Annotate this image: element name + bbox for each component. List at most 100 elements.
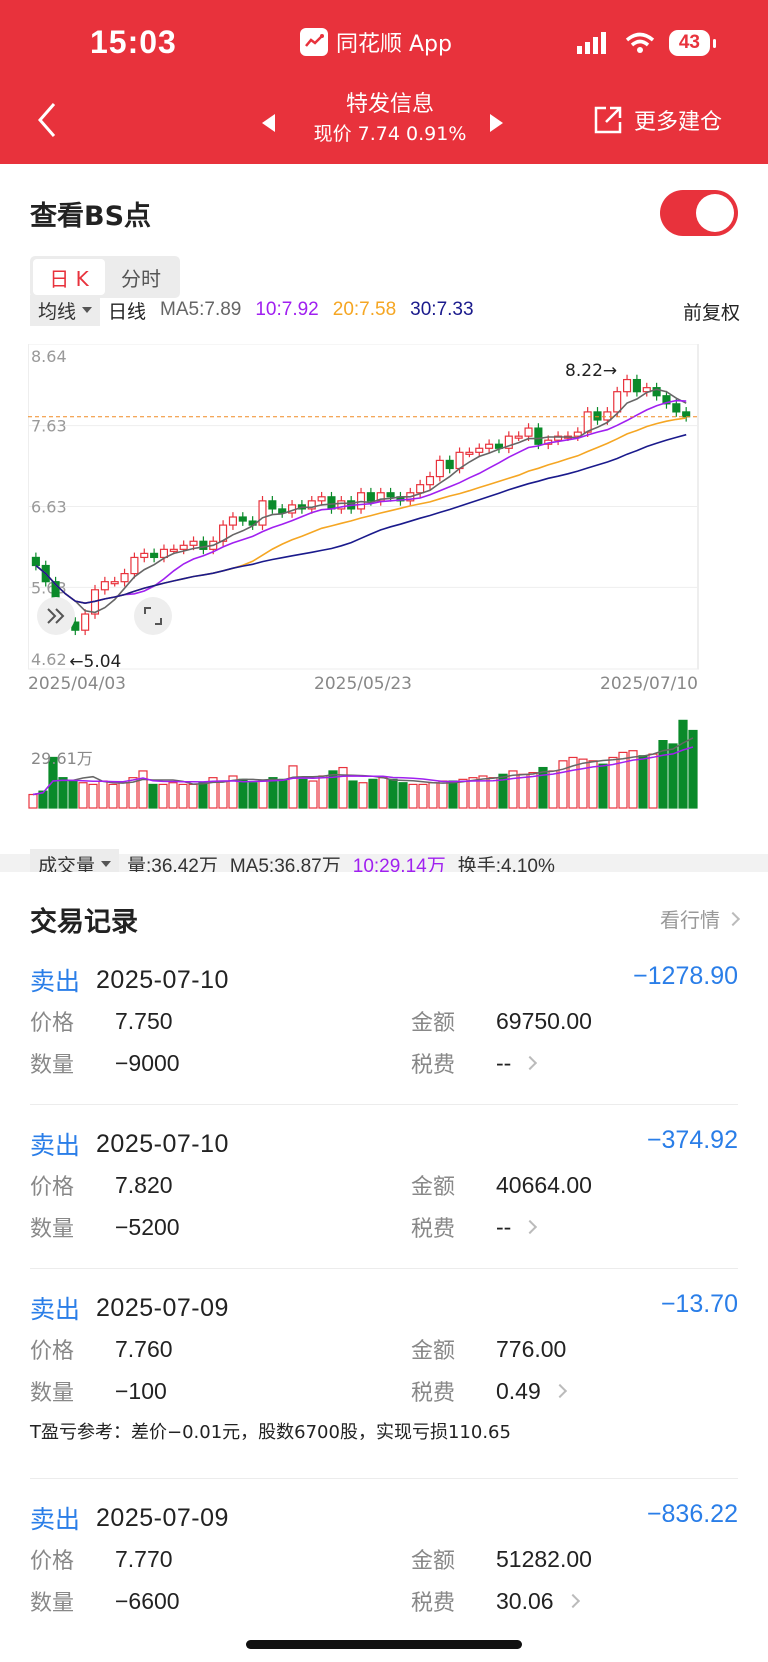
- volume-bar: [258, 780, 268, 809]
- candle: [31, 556, 40, 567]
- bs-toggle[interactable]: [660, 190, 738, 236]
- volume-bar: [618, 751, 628, 809]
- adjust-label[interactable]: 前复权: [683, 298, 740, 325]
- next-stock-button[interactable]: [490, 114, 503, 132]
- candle: [514, 435, 523, 439]
- candle: [445, 459, 454, 470]
- volume-bar: [688, 729, 698, 809]
- volume-bar: [598, 763, 608, 809]
- trade-pnl: −1278.90: [633, 962, 738, 990]
- candle: [199, 540, 208, 550]
- caret-down-icon: [82, 307, 93, 313]
- volume-bar: [78, 782, 88, 809]
- tab-daily-k[interactable]: 日 K: [33, 259, 105, 295]
- external-link-icon: [594, 106, 622, 134]
- trade-fee-wrap[interactable]: --: [496, 1214, 538, 1241]
- volume-bar: [398, 782, 408, 809]
- y-tick-label: 8.64: [31, 347, 67, 366]
- tab-intraday[interactable]: 分时: [105, 259, 177, 295]
- trade-fee-wrap[interactable]: --: [496, 1050, 538, 1077]
- amount-label: 金额: [411, 1339, 456, 1364]
- view-market-link[interactable]: 看行情: [660, 904, 741, 933]
- candle: [632, 378, 641, 393]
- candle: [603, 411, 612, 421]
- candle: [613, 391, 622, 413]
- candle: [366, 492, 375, 502]
- chart-tabs: 日 K 分时: [30, 256, 180, 298]
- fullscreen-button: [134, 597, 172, 635]
- volume-bar: [238, 778, 248, 809]
- volume-bar: [388, 778, 398, 809]
- trade-date: 2025-07-09: [96, 1503, 229, 1532]
- volume-bar: [358, 782, 368, 809]
- view-market-label: 看行情: [660, 908, 720, 932]
- indicator-select[interactable]: 均线: [30, 294, 101, 326]
- candle: [416, 484, 425, 494]
- volume-bar: [158, 783, 168, 809]
- volume-bar: [548, 770, 558, 809]
- ma10-value: 10:7.92: [255, 299, 319, 320]
- stock-title: 特发信息 现价 7.74 0.91%: [250, 90, 530, 148]
- trade-date: 2025-07-09: [96, 1293, 229, 1322]
- trade-fee-wrap[interactable]: 0.49: [496, 1377, 567, 1405]
- back-button[interactable]: [36, 102, 58, 142]
- k-line-chart[interactable]: 8.647.636.635.634.628.22→←5.042025/04/03…: [28, 344, 740, 714]
- chevron-right-icon: [523, 1055, 538, 1071]
- trade-type: 卖出: [30, 967, 81, 996]
- trade-qty: −100: [115, 1377, 167, 1404]
- trade-pnl: −374.92: [646, 1126, 738, 1154]
- volume-bar: [268, 777, 278, 809]
- trade-record[interactable]: 卖出 2025-07-10 −374.92 价格 7.820 金额 40664.00 数…: [30, 1124, 738, 1248]
- caret-down-icon: [101, 861, 112, 867]
- volume-chart: 29.61万: [28, 719, 698, 809]
- trade-fee-wrap[interactable]: 30.06: [496, 1588, 580, 1615]
- trade-qty: −9000: [115, 1049, 180, 1076]
- volume-bar: [648, 753, 658, 809]
- trade-record[interactable]: 卖出 2025-07-10 −1278.90 价格 7.750 金额 69750.00 …: [30, 960, 738, 1084]
- price-label: 价格: [30, 1549, 75, 1574]
- trade-record[interactable]: 卖出 2025-07-09 −836.22 价格 7.770 金额 51282.00 数…: [30, 1498, 738, 1622]
- trade-records: 交易记录 看行情 卖出 2025-07-10 −1278.90 价格 7.750 金额…: [0, 872, 768, 1662]
- trade-pnl: −836.22: [646, 1500, 738, 1528]
- volume-bar: [248, 782, 258, 809]
- volume-bar: [438, 780, 448, 809]
- more-position-button[interactable]: 更多建仓: [592, 104, 722, 136]
- volume-bar: [178, 783, 188, 809]
- indicator-select-label: 均线: [38, 301, 77, 323]
- volume-bar: [188, 783, 198, 809]
- candle: [258, 500, 267, 526]
- divider: [30, 1268, 738, 1269]
- y-tick-label: 7.63: [31, 417, 67, 436]
- qty-label: 数量: [30, 1053, 75, 1078]
- candle: [583, 411, 592, 433]
- high-marker: 8.22→: [565, 361, 617, 381]
- trade-qty: −5200: [115, 1213, 180, 1240]
- toggle-knob: [696, 194, 734, 232]
- volume-bar: [338, 766, 348, 809]
- trade-record[interactable]: 卖出 2025-07-09 −13.70 价格 7.760 金额 776.00 数量 −1…: [30, 1288, 738, 1444]
- candle: [623, 378, 632, 393]
- more-position-label: 更多建仓: [634, 110, 723, 135]
- stock-price: 现价 7.74 0.91%: [313, 123, 467, 145]
- price-label: 价格: [30, 1011, 75, 1036]
- candle: [228, 516, 237, 526]
- candle: [268, 500, 277, 510]
- candle: [150, 552, 159, 559]
- volume-bar: [198, 782, 208, 809]
- volume-bar: [298, 778, 308, 809]
- status-app: 同花顺 App: [300, 26, 452, 58]
- volume-bar: [278, 778, 288, 809]
- x-tick-label: 2025/07/10: [600, 674, 698, 694]
- status-icons: 43: [576, 30, 717, 56]
- candle: [435, 459, 444, 478]
- back-arrow-icon: [38, 103, 56, 137]
- volume-bar: [108, 783, 118, 809]
- trade-fee: 0.49: [496, 1377, 541, 1404]
- trade-type: 卖出: [30, 1505, 81, 1534]
- volume-bar: [308, 780, 318, 809]
- candle: [317, 496, 326, 502]
- qty-label: 数量: [30, 1591, 75, 1616]
- candle: [169, 548, 178, 552]
- trade-price: 7.750: [115, 1007, 173, 1034]
- trade-amount: 776.00: [496, 1335, 567, 1362]
